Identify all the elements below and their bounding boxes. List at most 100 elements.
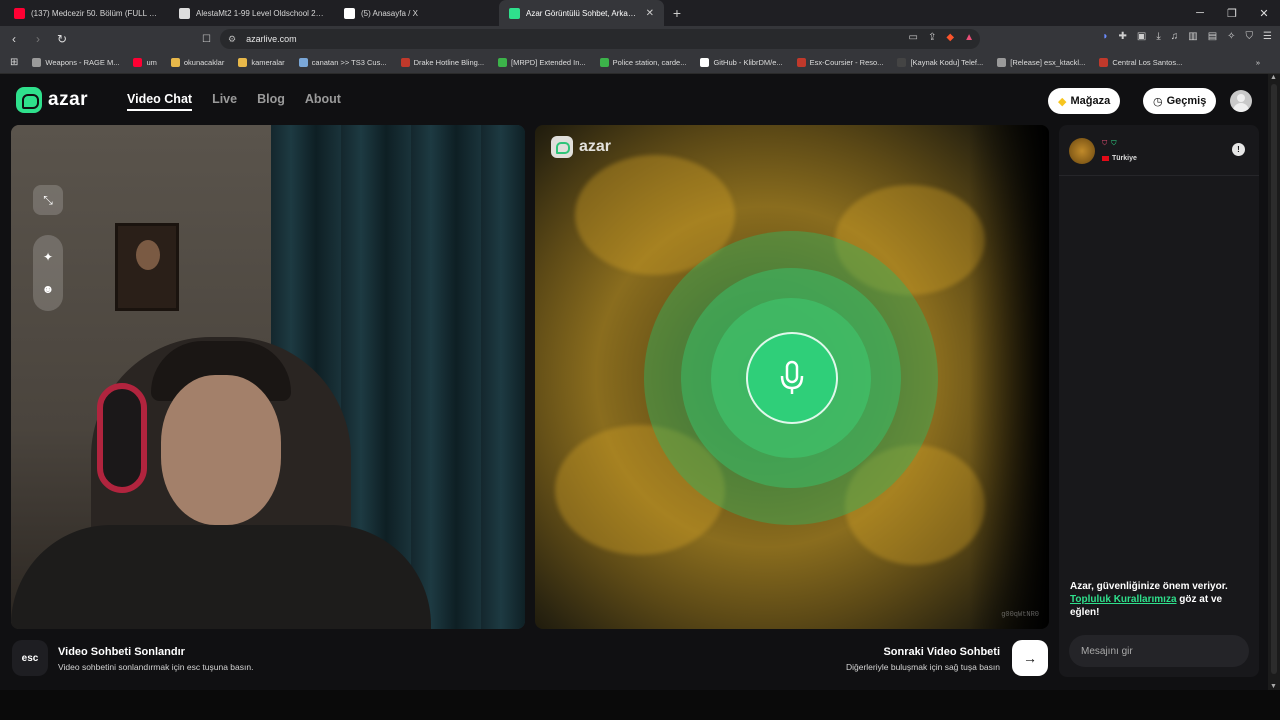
scroll-up-icon[interactable]: ▲ [1270,74,1277,81]
message-input[interactable]: Mesajını gir [1069,635,1249,667]
bookmark-item[interactable]: Drake Hotline Bling... [400,58,484,67]
report-button[interactable]: ! [1232,143,1245,156]
azar-logo[interactable]: azar [16,87,88,113]
maximize-icon[interactable]: ❐ [1216,0,1248,26]
session-watermark: g00qWtNR0 [1001,611,1039,619]
bookmark-item[interactable]: [MRPD] Extended In... [498,58,586,67]
share-icon[interactable]: ⇪ [928,32,936,43]
tab-list: (137) Medcezir 50. Bölüm (FULL HD) Alesta… [4,0,664,26]
extensions-icon[interactable]: ✚ [1118,31,1126,42]
microphone-icon [780,360,804,394]
site-info-icon[interactable]: ⚙ [228,34,236,45]
menu-icon[interactable]: ☰ [1263,31,1272,42]
bookmark-favicon-icon [32,58,42,67]
bookmark-label: canatan >> TS3 Cus... [311,58,387,67]
bookmark-item[interactable]: um [133,58,157,67]
nav-video-chat[interactable]: Video Chat [127,92,193,111]
minimize-video-button[interactable]: ⤡ [33,185,63,215]
safety-notice: Azar, güvenliğinize önem veriyor. Toplul… [1070,580,1252,619]
bookmark-item[interactable]: [Release] esx_ktackl... [997,58,1085,67]
bookmark-favicon-icon [700,58,710,67]
scroll-down-icon[interactable]: ▼ [1270,683,1277,690]
bookmark-item[interactable]: kameralar [238,58,285,67]
next-chat-button[interactable]: → [1012,640,1048,676]
bookmark-favicon-icon [796,58,806,67]
browser-tab[interactable]: AlestaMt2 1-99 Level Oldschool 25 Tl [169,0,334,26]
download-icon[interactable]: ⤓ [1156,31,1160,42]
browser-tab[interactable]: Azar Görüntülü Sohbet, Arkadaş ✕ [499,0,664,26]
wallet-icon[interactable]: ◗ [1102,31,1108,42]
more-bookmarks-icon[interactable]: » [1256,58,1260,67]
profile-avatar[interactable] [1230,90,1252,112]
peer-avatar[interactable] [1069,138,1095,164]
azar-logo-icon [551,136,573,158]
bookmark-item[interactable]: Esx-Coursier - Reso... [796,58,883,67]
brave-rewards-icon[interactable]: ▲ [964,32,974,43]
face-filter-icon[interactable]: ☻ [42,282,55,296]
call-controls: esc Video Sohbeti Sonlandır Video sohbet… [0,634,1060,684]
site-header: azar Video Chat Live Blog About ◆ Mağaza ◷ … [0,74,1268,126]
new-tab-button[interactable]: + [664,0,690,26]
music-icon[interactable]: ♫ [1171,31,1179,42]
safety-text: Azar, güvenliğinize önem veriyor. [1070,581,1228,592]
wallet-card-icon[interactable]: ▤ [1208,31,1217,42]
leo-icon[interactable]: ✧ [1227,31,1235,42]
bookmark-item[interactable]: okunacaklar [170,58,225,67]
bookmark-favicon-icon [997,58,1007,67]
history-label: Geçmiş [1166,95,1207,107]
bookmark-label: [MRPD] Extended In... [511,58,586,67]
back-icon[interactable]: ‹ [4,29,24,49]
bookmark-favicon-icon [133,58,143,67]
forward-icon[interactable]: › [28,29,48,49]
screenshot-icon[interactable]: ▣ [1137,31,1146,42]
brave-shield-icon[interactable]: ◆ [946,32,954,43]
bookmark-item[interactable]: canatan >> TS3 Cus... [298,58,387,67]
bookmark-item[interactable]: Central Los Santos... [1099,58,1182,67]
tab-title: Azar Görüntülü Sohbet, Arkadaş [526,8,640,18]
shop-label: Mağaza [1070,95,1111,107]
cast-icon[interactable]: ▭ [909,32,918,43]
browser-tab-strip: (137) Medcezir 50. Bölüm (FULL HD) Alesta… [0,0,1280,26]
address-bar[interactable]: ☐ ⚙ azarlive.com ▭ ⇪ ◆ ▲ [202,29,980,49]
bookmarks-bar: ⊞ Weapons - RAGE M... um okunacaklar kamera… [0,52,1280,74]
browser-tab[interactable]: (137) Medcezir 50. Bölüm (FULL HD) [4,0,169,26]
end-chat-button[interactable]: esc [12,640,48,676]
arrow-right-icon: → [1023,650,1037,666]
bookmark-favicon-icon [238,58,248,67]
peer-country-label: Türkiye [1112,155,1137,162]
url-text: azarlive.com [246,34,297,44]
nav-blog[interactable]: Blog [257,92,285,111]
bookmark-favicon-icon [298,58,308,67]
bookmark-label: okunacaklar [183,58,225,67]
bookmark-item[interactable]: Weapons - RAGE M... [32,58,119,67]
bookmark-label: GitHub - KlibrDM/e... [713,58,783,67]
remote-azar-logo: azar [551,136,611,158]
peer-badges: ⛉ ⛉ [1102,140,1117,148]
bookmark-icon[interactable]: ☐ [202,34,211,45]
bookmark-item[interactable]: Police station, carde... [599,58,687,67]
sparkle-effects-icon[interactable]: ✦ [43,250,53,264]
shop-button[interactable]: ◆ Mağaza [1048,88,1121,114]
community-rules-link[interactable]: Topluluk Kurallarımıza [1070,594,1177,605]
vpn-icon[interactable]: ⛉ [1246,31,1254,42]
bookmark-item[interactable]: [Kaynak Kodu] Telef... [897,58,983,67]
bookmark-label: Police station, carde... [612,58,687,67]
tab-title: (137) Medcezir 50. Bölüm (FULL HD) [31,8,159,18]
nav-about[interactable]: About [305,92,341,111]
close-window-icon[interactable]: ✕ [1248,0,1280,26]
close-tab-icon[interactable]: ✕ [646,8,654,19]
sidebar-icon[interactable]: ▥ [1188,31,1197,42]
history-button[interactable]: ◷ Geçmiş [1143,88,1217,114]
nav-live[interactable]: Live [212,92,237,111]
azar-page: azar Video Chat Live Blog About ◆ Mağaza ◷ … [0,74,1268,690]
main-nav: Video Chat Live Blog About [127,92,341,111]
minimize-icon[interactable]: ─ [1184,0,1216,26]
bookmark-item[interactable]: GitHub - KlibrDM/e... [700,58,783,67]
browser-tab[interactable]: (5) Anasayfa / X [334,0,499,26]
headset [97,383,147,493]
scrollbar-thumb[interactable] [1271,84,1277,674]
effects-toolbar: ✦ ☻ [33,235,63,311]
apps-grid-icon[interactable]: ⊞ [10,57,18,68]
reload-icon[interactable]: ↻ [52,29,72,49]
page-scrollbar[interactable]: ▲ ▼ [1268,74,1280,690]
